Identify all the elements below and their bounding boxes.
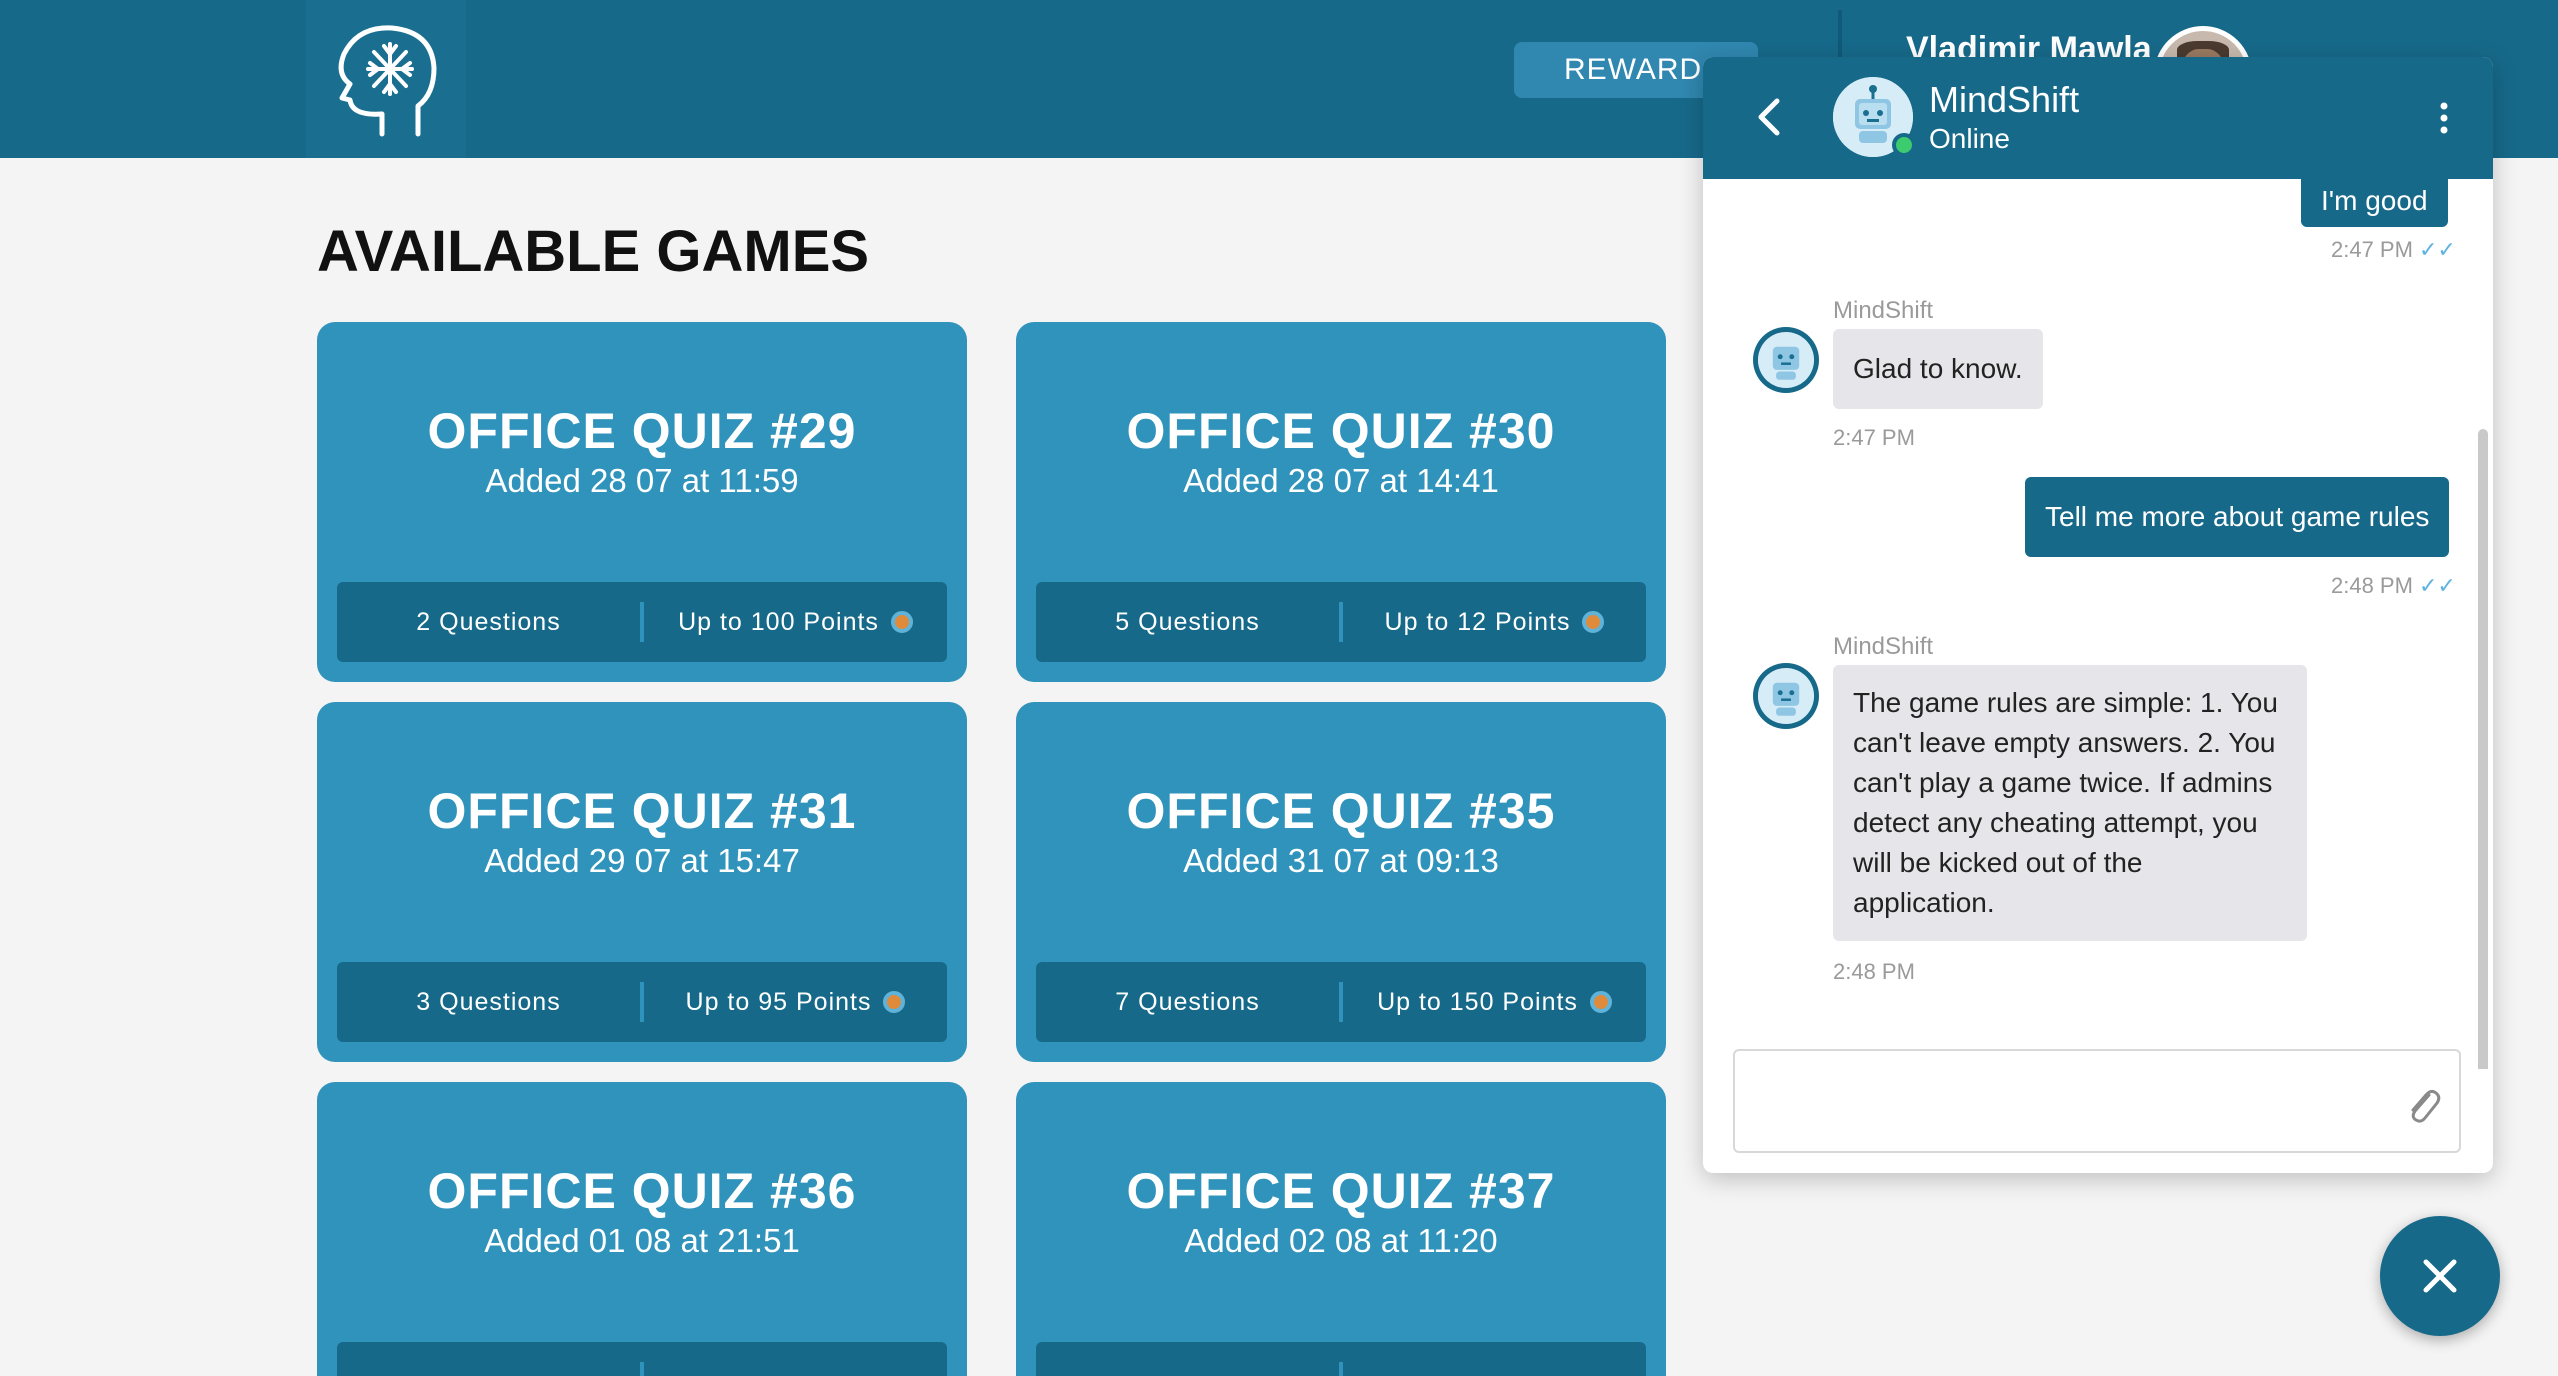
- coin-icon: [890, 611, 913, 633]
- message-line: will be kicked out of the: [1853, 847, 2143, 878]
- coin-icon: [1582, 611, 1605, 633]
- bot-message-bubble: Glad to know.: [1833, 329, 2043, 409]
- game-title: OFFICE QUIZ #37: [1126, 1163, 1556, 1219]
- chat-status: Online: [1929, 123, 2010, 154]
- game-title: OFFICE QUIZ #31: [427, 783, 857, 839]
- game-card[interactable]: OFFICE QUIZ #37 Added 02 08 at 11:20: [1016, 1082, 1666, 1376]
- message-text: Tell me more about game rules: [2045, 501, 2430, 532]
- game-card[interactable]: OFFICE QUIZ #35 Added 31 07 at 09:13 7 Q…: [1016, 702, 1666, 1062]
- game-card[interactable]: OFFICE QUIZ #29 Added 28 07 at 11:59 2 Q…: [317, 322, 967, 682]
- game-title: OFFICE QUIZ #29: [427, 403, 857, 459]
- coin-icon: [1589, 991, 1612, 1013]
- chat-title: MindShift: [1929, 79, 2080, 120]
- message-line: The game rules are simple: 1. You: [1853, 687, 2278, 718]
- game-card[interactable]: OFFICE QUIZ #36 Added 01 08 at 21:51: [317, 1082, 967, 1376]
- message-sender: MindShift: [1833, 633, 1934, 660]
- game-questions-count: 7 Questions: [1115, 987, 1260, 1016]
- message-timestamp: 2:48 PM: [1833, 959, 1915, 984]
- online-status-dot: [1892, 133, 1916, 157]
- game-added-date: Added 28 07 at 11:59: [485, 462, 799, 499]
- close-icon: [2423, 1259, 2457, 1293]
- coin-icon: [883, 991, 906, 1013]
- close-chat-button[interactable]: [2380, 1216, 2500, 1336]
- game-stats-bar: [1036, 1342, 1646, 1376]
- game-title: OFFICE QUIZ #36: [427, 1163, 857, 1219]
- double-check-icon: ✓✓: [2418, 237, 2456, 262]
- game-card[interactable]: OFFICE QUIZ #30 Added 28 07 at 14:41 5 Q…: [1016, 322, 1666, 682]
- double-check-icon: ✓✓: [2418, 573, 2456, 598]
- robot-icon: [1753, 663, 1819, 729]
- game-questions-count: 3 Questions: [416, 987, 561, 1016]
- game-points: Up to 100 Points: [678, 607, 879, 636]
- game-added-date: Added 29 07 at 15:47: [484, 842, 800, 879]
- game-added-date: Added 01 08 at 21:51: [484, 1222, 800, 1259]
- app-logo[interactable]: [306, 0, 466, 158]
- more-vertical-icon[interactable]: [2439, 101, 2449, 135]
- message-line: application.: [1853, 887, 1995, 918]
- game-stats-bar: 5 Questions Up to 12 Points: [1036, 582, 1646, 662]
- message-timestamp: 2:47 PM ✓✓: [2331, 237, 2456, 262]
- bot-message-bubble: The game rules are simple: 1. You can't …: [1833, 665, 2307, 941]
- message-timestamp: 2:48 PM ✓✓: [2331, 573, 2456, 598]
- game-title: OFFICE QUIZ #30: [1126, 403, 1556, 459]
- game-title: OFFICE QUIZ #35: [1126, 783, 1556, 839]
- chat-scrollbar[interactable]: [2478, 429, 2488, 1069]
- message-sender: MindShift: [1833, 297, 1934, 324]
- message-line: can't leave empty answers. 2. You: [1853, 727, 2276, 758]
- game-questions-count: 5 Questions: [1115, 607, 1260, 636]
- chat-messages[interactable]: I'm good 2:47 PM ✓✓ MindShift Glad to kno…: [1703, 179, 2493, 1069]
- chat-window: MindShift Online I'm good 2:47 PM ✓✓ Mind…: [1703, 57, 2493, 1173]
- paperclip-icon[interactable]: [2405, 1085, 2441, 1125]
- message-line: can't play a game twice. If admins: [1853, 767, 2273, 798]
- game-stats-bar: [337, 1342, 947, 1376]
- user-message-bubble: I'm good: [2301, 179, 2448, 227]
- message-timestamp: 2:47 PM: [1833, 425, 1915, 450]
- game-stats-bar: 2 Questions Up to 100 Points: [337, 582, 947, 662]
- page-title: AVAILABLE GAMES: [317, 219, 870, 284]
- chevron-left-icon[interactable]: [1755, 97, 1783, 137]
- message-text: I'm good: [2321, 185, 2428, 216]
- chat-header: MindShift Online: [1703, 57, 2493, 179]
- game-points: Up to 150 Points: [1377, 987, 1578, 1016]
- game-stats-bar: 3 Questions Up to 95 Points: [337, 962, 947, 1042]
- brain-head-icon: [338, 25, 437, 137]
- game-questions-count: 2 Questions: [416, 607, 561, 636]
- game-stats-bar: 7 Questions Up to 150 Points: [1036, 962, 1646, 1042]
- game-points: Up to 95 Points: [685, 987, 872, 1016]
- game-points: Up to 12 Points: [1384, 607, 1571, 636]
- game-added-date: Added 02 08 at 11:20: [1184, 1222, 1498, 1259]
- user-message-bubble: Tell me more about game rules: [2025, 477, 2450, 557]
- bot-avatar: [1753, 327, 1819, 393]
- message-input[interactable]: [1733, 1049, 2461, 1153]
- game-card[interactable]: OFFICE QUIZ #31 Added 29 07 at 15:47 3 Q…: [317, 702, 967, 1062]
- game-added-date: Added 31 07 at 09:13: [1183, 842, 1499, 879]
- message-text: Glad to know.: [1853, 353, 2023, 384]
- robot-icon: [1753, 327, 1819, 393]
- bot-avatar: [1753, 663, 1819, 729]
- game-added-date: Added 28 07 at 14:41: [1183, 462, 1499, 499]
- message-line: detect any cheating attempt, you: [1853, 807, 2258, 838]
